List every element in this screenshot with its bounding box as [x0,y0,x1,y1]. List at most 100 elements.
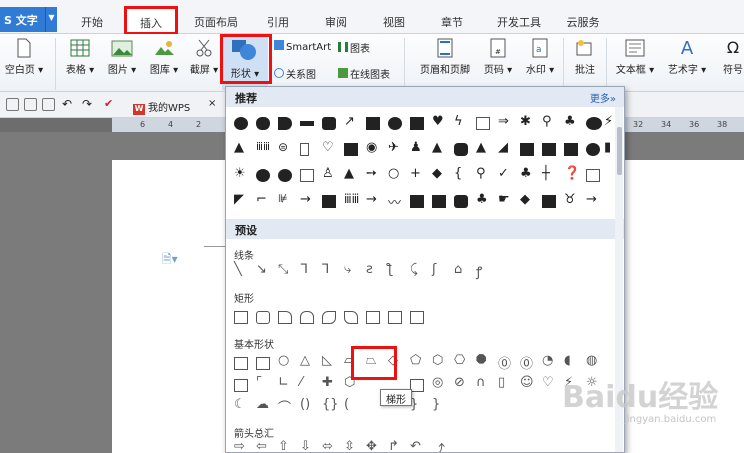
tab-review[interactable]: 审阅 [314,7,358,32]
shape-people-group[interactable]: ⅲⅲ [344,192,359,206]
shape-left-bracket[interactable]: ( [344,397,349,412]
shape-bent-arrow[interactable]: ↱ [388,439,399,452]
close-tab-icon[interactable]: × [208,98,216,109]
page-number-button[interactable]: # 页码 ▾ [478,38,518,76]
shape-diamond[interactable]: ◆ [432,166,442,181]
shape-rect[interactable] [564,143,578,156]
shape-question[interactable]: ❓ [564,166,580,181]
shape-trend[interactable]: 〰 [388,192,401,211]
shape-curved-double-arrow[interactable]: ⤹ [410,262,418,277]
undo-icon[interactable]: ↶ [62,97,72,111]
shape-right-triangle[interactable]: ◺ [322,353,332,368]
shape-arrow-right[interactable]: ⇒ [498,114,509,129]
shape-cloud[interactable] [454,143,468,156]
shape-elbow-double-arrow[interactable]: ⤷ [344,262,351,277]
shape-round-snip-rectangle[interactable] [344,311,358,324]
shape-diag-rectangle[interactable] [322,311,336,324]
shape-rounded-rect[interactable] [454,195,468,208]
shape-figure[interactable]: ⊯ [278,192,288,205]
shape-octagon[interactable]: ⯃ [476,353,486,368]
shape-heptagon[interactable]: ⎔ [454,353,465,368]
shape-snip-two-rectangle[interactable] [300,311,314,324]
shape-line[interactable]: ╲ [234,262,242,277]
shape-elbow-connector[interactable]: ᒣ [300,262,308,277]
shape-corner[interactable]: ⌐ [256,192,267,207]
shape-bolt[interactable]: ⚡ [604,114,613,129]
screenshot-button[interactable]: 截屏 ▾ [184,38,224,76]
shape-diamond[interactable]: ◆ [520,192,530,207]
shape-triangle[interactable]: ▲ [234,140,244,155]
shape-triangle[interactable]: △ [300,353,310,368]
shape-up-arrow[interactable]: ⇧ [278,439,289,452]
tab-view[interactable]: 视图 [372,7,416,32]
shape-cross[interactable]: ✚ [322,375,333,390]
symbol-button[interactable]: Ω 符号 [716,38,744,76]
comment-button[interactable]: 批注 [568,38,602,76]
shape-triangle[interactable]: ▲ [344,166,354,181]
shape-check[interactable]: ✓ [498,166,509,181]
shape-line[interactable] [300,121,314,126]
shape-plus[interactable]: + [410,166,421,181]
shape-rounded-rectangle[interactable] [256,311,270,324]
shape-quad-arrow[interactable]: ✥ [366,439,377,452]
shape-triangle[interactable]: ▲ [476,140,486,155]
shape-circle[interactable] [278,169,292,182]
print-icon[interactable] [24,98,37,111]
shape-pentagon-arrow[interactable] [278,117,292,130]
shape-heart[interactable]: ♥ [432,114,444,129]
shape-frame[interactable] [234,379,248,392]
shape-star[interactable]: ✱ [520,114,531,129]
smartart-button[interactable]: SmartArt [274,40,331,53]
shape-quarter[interactable]: ◤ [234,192,244,207]
shape-moon[interactable]: ☾ [234,397,246,412]
shape-square[interactable] [322,195,336,208]
shape-u-turn-arrow[interactable]: ↶ [410,439,421,452]
shape-square[interactable] [542,195,556,208]
shape-block-arc[interactable]: ∩ [476,375,486,390]
header-footer-button[interactable]: 页眉和页脚 [414,38,476,76]
shape-bracket-pair[interactable]: () [300,397,310,412]
chart-button[interactable]: 图表 [338,40,370,55]
shape-pentagon[interactable]: ⬠ [410,353,421,368]
tab-cloud[interactable]: 云服务 [558,7,608,32]
shape-rounded-rect[interactable] [322,117,336,130]
shape-arrow-right[interactable]: → [366,192,377,207]
tab-home[interactable]: 开始 [70,7,114,32]
table-button[interactable]: 表格 ▾ [60,38,100,76]
shape-curved-arrow[interactable]: ⤴ [432,439,445,452]
shape-half-frame[interactable]: ⌜ [256,375,262,390]
shape-arc[interactable]: ⌒ [278,397,291,416]
shape-plus-thin[interactable]: ┼ [542,166,550,181]
shape-icon[interactable]: ⊜ [278,140,288,154]
shape-vertical-textbox[interactable] [256,357,270,370]
tab-developer[interactable]: 开发工具 [488,7,550,32]
shape-folded-corner[interactable]: ▯ [498,375,505,390]
shape-smiley[interactable]: ☺ [520,375,534,390]
shape-person[interactable]: ♟ [410,140,422,155]
shape-arrow-right[interactable]: → [300,192,311,207]
save-icon[interactable] [6,98,19,111]
shape-elbow-arrow[interactable]: ⅂ [322,262,329,277]
print-preview-icon[interactable] [42,98,55,111]
tab-chapter[interactable]: 章节 [430,7,474,32]
shape-bird[interactable]: ✈ [388,140,399,155]
shape-right-brace[interactable]: } [432,397,440,412]
shape-scribble[interactable]: ꝭ [476,262,482,280]
shape-brace-pair[interactable]: {} [322,397,339,412]
shape-heart-outline[interactable]: ♡ [542,375,554,390]
shape-callout[interactable] [366,117,380,130]
shape-circle[interactable] [388,117,402,130]
wordart-button[interactable]: A 艺术字 ▾ [664,38,710,76]
shape-rectangle[interactable] [410,311,424,324]
online-chart-button[interactable]: 在线图表 [338,66,390,81]
shape-monitor[interactable] [586,169,600,182]
shape-monitor[interactable] [300,169,314,182]
shape-circle[interactable] [256,169,270,182]
shape-square[interactable] [520,143,534,156]
shape-people-group[interactable]: ⅲⅲ [256,140,270,153]
shape-square[interactable] [410,195,424,208]
more-shapes-link[interactable]: 更多» [590,90,616,105]
shape-people[interactable]: ♣ [564,114,576,129]
shape-donut[interactable]: ◎ [432,375,443,390]
shape-teardrop[interactable]: ◍ [586,353,597,368]
